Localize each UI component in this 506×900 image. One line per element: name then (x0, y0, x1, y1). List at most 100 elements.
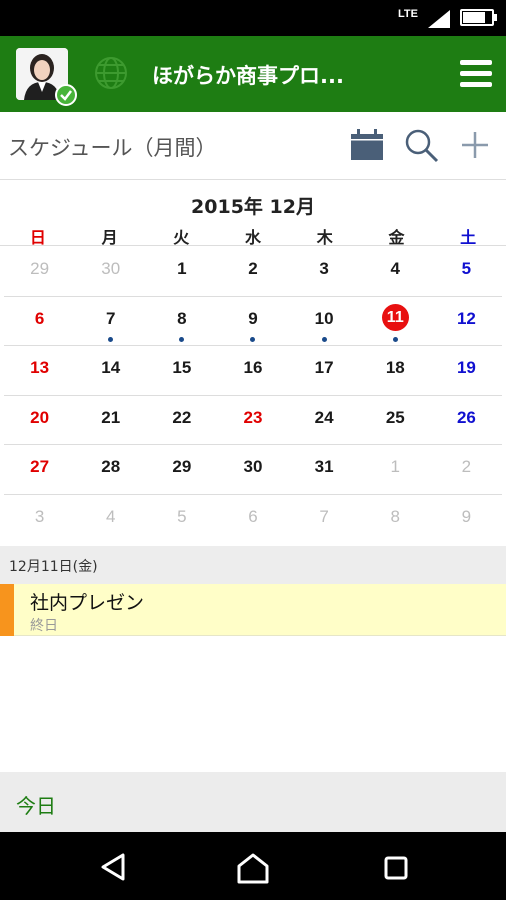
event-time: 終日 (30, 618, 58, 634)
calendar-day[interactable]: 1 (146, 247, 217, 296)
calendar-day-today[interactable]: 11 (360, 297, 431, 346)
page-header: スケジュール（月間） (0, 112, 506, 180)
calendar-day[interactable]: 1 (360, 445, 431, 494)
calendar-week-row: 13 14 15 16 17 18 19 (4, 346, 502, 396)
calendar-day[interactable]: 26 (431, 396, 502, 445)
calendar-day[interactable]: 9 (217, 297, 288, 346)
day-number: 14 (101, 358, 121, 378)
calendar-day[interactable]: 6 (217, 495, 288, 545)
calendar-day[interactable]: 29 (4, 247, 75, 296)
add-icon[interactable] (458, 128, 492, 162)
calendar-week-row: 6 7 8 9 10 11 12 (4, 297, 502, 347)
calendar-day[interactable]: 14 (75, 346, 146, 395)
search-icon[interactable] (404, 128, 440, 164)
day-number: 4 (105, 506, 116, 526)
battery-level (463, 12, 485, 23)
calendar-day[interactable]: 13 (4, 346, 75, 395)
event-indicator-dot (108, 336, 114, 342)
day-number: 2 (248, 259, 258, 278)
calendar-day[interactable]: 15 (146, 346, 217, 395)
calendar-day[interactable]: 22 (146, 396, 217, 445)
event-indicator-dot (250, 336, 256, 342)
menu-button[interactable] (460, 60, 492, 88)
calendar-day[interactable]: 20 (4, 396, 75, 445)
calendar-day[interactable]: 16 (217, 346, 288, 395)
event-item[interactable]: 社内プレゼン 終日 (0, 584, 506, 636)
day-number: 13 (30, 358, 50, 378)
home-icon[interactable] (236, 852, 270, 884)
calendar-day[interactable]: 2 (431, 445, 502, 494)
day-number: 9 (461, 506, 472, 526)
calendar-icon[interactable] (350, 128, 384, 162)
globe-icon[interactable] (94, 56, 128, 90)
day-number: 30 (243, 457, 263, 477)
calendar-day[interactable]: 12 (431, 297, 502, 346)
weekday-label: 日 (29, 228, 46, 247)
calendar-day[interactable]: 3 (289, 247, 360, 296)
calendar-week-row: 29 30 1 2 3 4 5 (4, 247, 502, 297)
weekday-label: 土 (460, 228, 477, 247)
day-number: 20 (30, 407, 50, 427)
event-indicator-dot (392, 336, 398, 342)
weekday-label: 火 (173, 228, 190, 247)
day-number: 7 (105, 308, 116, 328)
day-number: 22 (172, 407, 192, 427)
menu-icon-bar (460, 60, 492, 65)
day-number: 2 (461, 457, 472, 477)
day-number: 1 (177, 259, 187, 278)
battery-tip (494, 14, 497, 21)
system-nav-bar (0, 832, 506, 900)
calendar-day[interactable]: 29 (146, 445, 217, 494)
day-number: 5 (461, 259, 472, 278)
app-title: ほがらか商事プロ... (152, 64, 344, 88)
day-number: 8 (390, 506, 400, 526)
day-number: 3 (34, 506, 45, 526)
calendar-day[interactable]: 23 (217, 396, 288, 445)
calendar-day[interactable]: 10 (289, 297, 360, 346)
calendar-day[interactable]: 21 (75, 396, 146, 445)
calendar-day[interactable]: 30 (217, 445, 288, 494)
day-number: 25 (385, 407, 405, 427)
day-number: 16 (243, 358, 263, 378)
calendar-day[interactable]: 19 (431, 346, 502, 395)
calendar-day[interactable]: 9 (431, 495, 502, 545)
calendar-day[interactable]: 7 (75, 297, 146, 346)
calendar-day[interactable]: 5 (146, 495, 217, 545)
calendar-day[interactable]: 2 (217, 247, 288, 296)
day-number: 5 (177, 506, 187, 526)
day-number: 9 (248, 308, 258, 328)
selected-date-label: 12月11日(金) (9, 559, 98, 575)
calendar-day[interactable]: 4 (360, 247, 431, 296)
recent-apps-icon[interactable] (384, 856, 408, 880)
calendar-day[interactable]: 31 (289, 445, 360, 494)
calendar-day[interactable]: 3 (4, 495, 75, 545)
calendar-week-row: 20 21 22 23 24 25 26 (4, 396, 502, 446)
day-number: 10 (314, 308, 334, 328)
day-number: 18 (385, 358, 405, 378)
calendar-week-row: 3 4 5 6 7 8 9 (4, 495, 502, 545)
day-number: 23 (243, 407, 263, 427)
day-number: 8 (177, 308, 187, 328)
calendar-day[interactable]: 5 (431, 247, 502, 296)
page-title: スケジュール（月間） (8, 136, 217, 160)
calendar-day[interactable]: 8 (360, 495, 431, 545)
calendar-day[interactable]: 27 (4, 445, 75, 494)
calendar-day[interactable]: 7 (289, 495, 360, 545)
day-number: 1 (390, 457, 400, 477)
calendar-day[interactable]: 18 (360, 346, 431, 395)
day-number: 15 (172, 358, 192, 378)
calendar-day[interactable]: 17 (289, 346, 360, 395)
calendar-day[interactable]: 30 (75, 247, 146, 296)
event-indicator-dot (321, 336, 327, 342)
battery-icon (460, 9, 494, 26)
back-icon[interactable] (99, 852, 127, 882)
calendar-day[interactable]: 24 (289, 396, 360, 445)
calendar-day[interactable]: 28 (75, 445, 146, 494)
calendar-day[interactable]: 25 (360, 396, 431, 445)
day-number: 24 (314, 407, 334, 427)
day-number: 29 (30, 259, 50, 278)
calendar-day[interactable]: 8 (146, 297, 217, 346)
calendar-day[interactable]: 4 (75, 495, 146, 545)
today-button[interactable]: 今日 (0, 772, 506, 832)
calendar-day[interactable]: 6 (4, 297, 75, 346)
